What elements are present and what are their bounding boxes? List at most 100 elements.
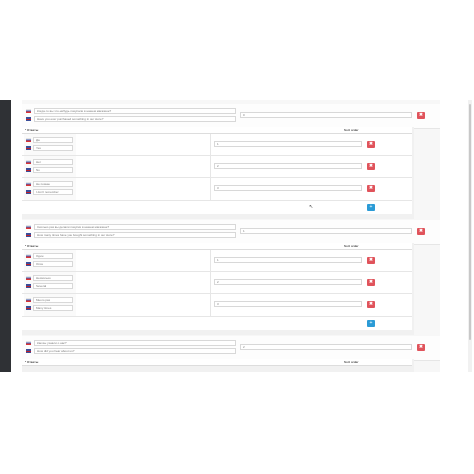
delete-question-button[interactable]: ✖: [417, 228, 425, 235]
answer-sort-order[interactable]: 1: [214, 257, 362, 263]
answer-row: Несколько Several 2 ✖: [22, 272, 412, 294]
flag-en-icon: [26, 262, 31, 266]
column-divider: [210, 134, 211, 155]
answers-panel: * Ответы Sort order Да Yes 1 ✖ Нет No 2 …: [22, 127, 414, 219]
answer-text-ru[interactable]: Не помню: [33, 181, 73, 187]
answer-row: Нет No 2 ✖: [22, 156, 412, 178]
delete-answer-button[interactable]: ✖: [367, 301, 375, 308]
flag-en-icon: [26, 117, 31, 121]
answer-text-en[interactable]: I don't remember: [33, 189, 73, 195]
mouse-cursor-icon: ↖: [309, 204, 314, 210]
question-sort-order[interactable]: 2: [240, 344, 412, 350]
sort-order-label: Sort order: [344, 244, 359, 248]
trash-icon: ✖: [418, 344, 424, 350]
flag-en-icon: [26, 284, 31, 288]
question-sort-order[interactable]: 1: [240, 228, 412, 234]
answers-label: * Ответы: [25, 128, 39, 132]
trash-icon: ✖: [368, 257, 374, 263]
question-sort-order[interactable]: 0: [240, 112, 412, 118]
answers-label: * Ответы: [25, 360, 39, 364]
add-answer-row: +: [22, 317, 412, 330]
flag-ru-icon: [26, 225, 31, 229]
answer-text-en[interactable]: No: [33, 167, 73, 173]
add-answer-button[interactable]: +: [367, 320, 375, 327]
delete-answer-button[interactable]: ✖: [367, 185, 375, 192]
question-text-ru[interactable]: Когда-то вы что-нибудь покупали в нашем …: [34, 108, 236, 114]
question-text-en[interactable]: How many times have you bought something…: [34, 232, 236, 238]
delete-answer-button[interactable]: ✖: [367, 141, 375, 148]
flag-ru-icon: [26, 298, 31, 302]
answer-sort-order[interactable]: 3: [214, 301, 362, 307]
answers-header: * Ответы Sort order: [22, 127, 412, 134]
answers-panel: * Ответы Sort order Один Once 1 ✖ Нескол…: [22, 243, 414, 335]
flag-ru-icon: [26, 341, 31, 345]
delete-answer-button[interactable]: ✖: [367, 163, 375, 170]
flag-en-icon: [26, 349, 31, 353]
question-row: Когда-то вы что-нибудь покупали в нашем …: [22, 104, 440, 129]
plus-icon: +: [369, 320, 373, 326]
flag-ru-icon: [26, 109, 31, 113]
question-row: Сколько раз вы делали покупки в нашем ма…: [22, 220, 440, 245]
sort-order-label: Sort order: [344, 128, 359, 132]
admin-sidebar: [0, 100, 11, 372]
column-divider: [210, 250, 211, 271]
question-text-en[interactable]: Have you ever purchased something in our…: [34, 116, 236, 122]
answer-row: Не помню I don't remember 3 ✖: [22, 178, 412, 201]
add-answer-row: +: [22, 201, 412, 214]
answers-header: * Ответы Sort order: [22, 359, 412, 366]
flag-en-icon: [26, 146, 31, 150]
scrollbar-thumb[interactable]: [469, 104, 471, 340]
flag-en-icon: [26, 306, 31, 310]
sort-order-label: Sort order: [344, 360, 359, 364]
column-divider: [210, 156, 211, 177]
question-row: Как вы узнали о нас? How did you hear ab…: [22, 336, 440, 361]
delete-answer-button[interactable]: ✖: [367, 279, 375, 286]
trash-icon: ✖: [368, 185, 374, 191]
question-text-ru[interactable]: Сколько раз вы делали покупки в нашем ма…: [34, 224, 236, 230]
answer-text-ru[interactable]: Да: [33, 137, 73, 143]
answer-row: Один Once 1 ✖: [22, 250, 412, 272]
answer-text-ru[interactable]: Несколько: [33, 275, 73, 281]
answers-panel: * Ответы Sort order: [22, 359, 414, 372]
answer-sort-order[interactable]: 2: [214, 279, 362, 285]
flag-en-icon: [26, 168, 31, 172]
delete-answer-button[interactable]: ✖: [367, 257, 375, 264]
plus-icon: +: [369, 204, 373, 210]
trash-icon: ✖: [418, 228, 424, 234]
answer-sort-order[interactable]: 2: [214, 163, 362, 169]
answer-text-ru[interactable]: Много раз: [33, 297, 73, 303]
answers-label: * Ответы: [25, 244, 39, 248]
answer-text-en[interactable]: Yes: [33, 145, 73, 151]
answer-text-en[interactable]: Several: [33, 283, 73, 289]
column-divider: [210, 178, 211, 200]
column-divider: [210, 294, 211, 316]
answers-header: * Ответы Sort order: [22, 243, 412, 250]
answer-text-en[interactable]: Many times: [33, 305, 73, 311]
flag-ru-icon: [26, 138, 31, 142]
flag-ru-icon: [26, 160, 31, 164]
survey-questions-form: Когда-то вы что-нибудь покупали в нашем …: [22, 100, 440, 372]
flag-ru-icon: [26, 182, 31, 186]
question-text-ru[interactable]: Как вы узнали о нас?: [34, 340, 236, 346]
answer-text-ru[interactable]: Нет: [33, 159, 73, 165]
flag-ru-icon: [26, 254, 31, 258]
trash-icon: ✖: [368, 141, 374, 147]
trash-icon: ✖: [368, 279, 374, 285]
add-answer-button[interactable]: +: [367, 204, 375, 211]
answer-row: Да Yes 1 ✖: [22, 134, 412, 156]
flag-en-icon: [26, 233, 31, 237]
delete-question-button[interactable]: ✖: [417, 344, 425, 351]
answer-sort-order[interactable]: 1: [214, 141, 362, 147]
flag-ru-icon: [26, 276, 31, 280]
answer-text-ru[interactable]: Один: [33, 253, 73, 259]
trash-icon: ✖: [418, 112, 424, 118]
column-divider: [210, 272, 211, 293]
answer-row: Много раз Many times 3 ✖: [22, 294, 412, 317]
flag-en-icon: [26, 190, 31, 194]
question-text-en[interactable]: How did you hear about us?: [34, 348, 236, 354]
answer-sort-order[interactable]: 3: [214, 185, 362, 191]
trash-icon: ✖: [368, 163, 374, 169]
delete-question-button[interactable]: ✖: [417, 112, 425, 119]
answer-text-en[interactable]: Once: [33, 261, 73, 267]
trash-icon: ✖: [368, 301, 374, 307]
